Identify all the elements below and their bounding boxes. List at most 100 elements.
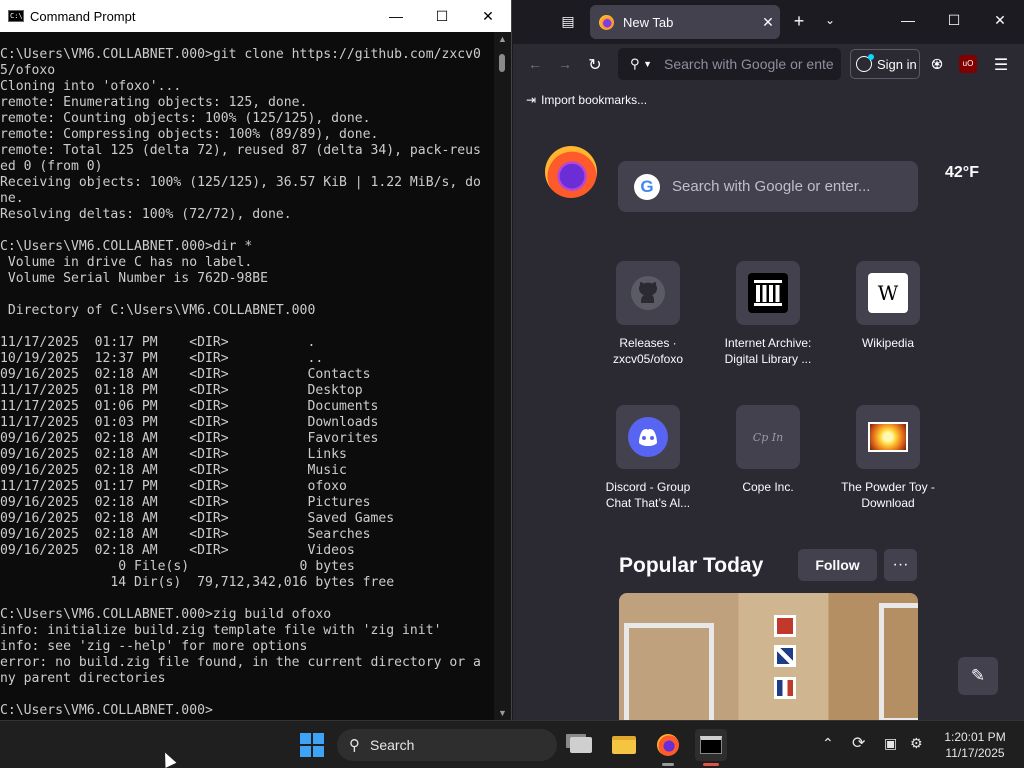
shortcut-tile-discord[interactable]: Discord - Group Chat That’s Al... [593, 405, 703, 511]
task-view-icon[interactable] [565, 729, 597, 761]
weather-temperature[interactable]: 42°F [945, 164, 979, 182]
shortcut-label: Discord - Group Chat That’s Al... [605, 480, 691, 510]
cmd-active-indicator [703, 763, 719, 766]
bookmarks-toolbar: ⇥ Import bookmarks... [513, 86, 1024, 114]
follow-button[interactable]: Follow [798, 549, 877, 581]
clock-date: 11/17/2025 [945, 746, 1005, 760]
console-line: remote: Compressing objects: 100% (89/89… [0, 127, 379, 142]
search-engine-selector[interactable]: ⚲ ▼ [618, 48, 664, 80]
show-hidden-icons-chevron-icon[interactable]: ⌃ [822, 735, 834, 752]
url-input[interactable]: Search with Google or ente [664, 56, 834, 72]
back-arrow-icon[interactable]: ← [525, 56, 545, 72]
console-line: C:\Users\VM6.COLLABNET.000>git clone htt… [0, 47, 481, 62]
search-icon: ⚲ [349, 737, 360, 754]
edit-pencil-icon[interactable]: ✎ [958, 657, 998, 695]
command-prompt-window[interactable]: C:\ Command Prompt — ☐ ✕ C:\Users\VM6.CO… [0, 0, 512, 720]
popular-today-heading: Popular Today [619, 554, 764, 577]
import-bookmarks-link[interactable]: Import bookmarks... [541, 93, 647, 107]
shortcut-tile-internet-archive[interactable]: Internet Archive: Digital Library ... [713, 261, 823, 367]
cmd-app-icon: C:\ [8, 10, 24, 22]
hamburger-menu-icon[interactable]: ☰ [991, 55, 1011, 75]
cmd-scrollbar[interactable]: ▲ ▼ [494, 32, 511, 720]
shortcut-tile-github[interactable]: Releases · zxcv05/ofoxo [593, 261, 703, 367]
scroll-down-arrow-icon[interactable]: ▼ [497, 708, 508, 718]
windows-taskbar: ⚲ Search ⌃ ⟳ ▣ ⚙ 1:20:01 PM 11/17/2025 [0, 720, 1024, 768]
tab-new-tab[interactable]: New Tab ✕ [590, 5, 780, 39]
scroll-up-arrow-icon[interactable]: ▲ [497, 34, 508, 44]
cope-inc-icon: Cp In [736, 405, 800, 469]
ublock-origin-icon[interactable]: uO [959, 55, 977, 73]
console-line: Volume Serial Number is 762D-98BE [0, 271, 269, 286]
tab-close-icon[interactable]: ✕ [756, 14, 780, 31]
sync-update-icon[interactable]: ⟳ [852, 733, 865, 753]
notification-dot [868, 54, 874, 60]
console-line: ny parent directories [0, 671, 166, 686]
console-line: C:\Users\VM6.COLLABNET.000>zig build ofo… [0, 607, 332, 622]
account-icon [856, 54, 874, 72]
command-prompt-taskbar-icon[interactable] [695, 729, 727, 761]
cmd-close-button[interactable]: ✕ [465, 0, 511, 32]
url-bar[interactable]: ⚲ ▼ Search with Google or ente [618, 48, 841, 80]
console-line: info: initialize build.zig template file… [0, 623, 442, 638]
console-line: ed 0 (from 0) [0, 159, 103, 174]
firefox-taskbar-icon[interactable] [652, 729, 684, 761]
list-all-tabs-chevron-icon[interactable]: ⌄ [820, 13, 840, 27]
powder-toy-icon [856, 405, 920, 469]
bunk-bed-shape [879, 603, 918, 720]
firefox-minimize-button[interactable]: — [896, 12, 920, 28]
console-line: 11/17/2025 01:06 PM <DIR> Documents [0, 399, 379, 414]
forward-arrow-icon[interactable]: → [555, 56, 575, 72]
cmd-window-title: Command Prompt [30, 8, 136, 24]
console-line: 09/16/2025 02:18 AM <DIR> Links [0, 447, 347, 462]
console-line: 5/ofoxo [0, 63, 56, 78]
more-options-button[interactable]: ··· [884, 549, 917, 581]
story-card-image[interactable] [619, 593, 918, 720]
system-clock[interactable]: 1:20:01 PM 11/17/2025 [935, 729, 1015, 761]
firefox-close-button[interactable]: ✕ [988, 12, 1012, 29]
new-tab-plus-icon[interactable]: + [789, 11, 809, 32]
network-volume-icon[interactable]: ⚙ [910, 735, 923, 752]
sign-in-button[interactable]: Sign in [850, 49, 920, 79]
wikipedia-icon: W [856, 261, 920, 325]
shortcut-label: Cope Inc. [742, 480, 794, 494]
new-tab-search-placeholder: Search with Google or enter... [672, 178, 871, 195]
bunk-bed-shape [624, 623, 714, 720]
chevron-down-icon: ▼ [643, 59, 653, 69]
cmd-maximize-button[interactable]: ☐ [419, 0, 465, 32]
console-output[interactable]: C:\Users\VM6.COLLABNET.000>git clone htt… [0, 32, 496, 720]
github-icon [616, 261, 680, 325]
taskbar-search-label: Search [370, 737, 415, 753]
file-explorer-icon[interactable] [608, 729, 640, 761]
shortcut-label: Wikipedia [861, 336, 915, 350]
console-line: 09/16/2025 02:18 AM <DIR> Pictures [0, 495, 371, 510]
cmd-minimize-button[interactable]: — [373, 0, 419, 32]
display-icon[interactable]: ▣ [884, 735, 897, 752]
cmd-title-bar[interactable]: C:\ Command Prompt — ☐ ✕ [0, 0, 511, 32]
firefox-maximize-button[interactable]: ☐ [942, 12, 966, 29]
firefox-window[interactable]: ▤ New Tab ✕ + ⌄ — ☐ ✕ ← → ↻ ⚲ ▼ Search w… [513, 0, 1024, 720]
clock-time: 1:20:01 PM [944, 730, 1006, 744]
reload-icon[interactable]: ↻ [585, 55, 605, 75]
firefox-tab-favicon-icon [599, 14, 614, 30]
shortcut-tile-cope-inc[interactable]: Cp In Cope Inc. [713, 405, 823, 495]
shortcut-tile-powder-toy[interactable]: The Powder Toy - Download [833, 405, 943, 511]
internet-archive-icon [736, 261, 800, 325]
search-icon: ⚲ [629, 56, 640, 71]
console-line: 11/17/2025 01:18 PM <DIR> Desktop [0, 383, 363, 398]
scrollbar-thumb[interactable] [499, 54, 505, 72]
shortcut-tile-wikipedia[interactable]: W Wikipedia [833, 261, 943, 351]
taskbar-search-box[interactable]: ⚲ Search [337, 729, 557, 761]
new-tab-search-box[interactable]: G Search with Google or enter... [618, 161, 918, 212]
console-line: C:\Users\VM6.COLLABNET.000>dir * [0, 239, 253, 254]
import-icon: ⇥ [526, 93, 537, 107]
firefox-view-icon[interactable]: ▤ [558, 13, 578, 30]
extensions-puzzle-icon[interactable]: ♼ [927, 56, 947, 73]
shortcut-label: The Powder Toy - Download [841, 480, 935, 510]
console-line: 09/16/2025 02:18 AM <DIR> Saved Games [0, 511, 395, 526]
start-button[interactable] [296, 729, 328, 761]
console-line: 09/16/2025 02:18 AM <DIR> Searches [0, 527, 371, 542]
